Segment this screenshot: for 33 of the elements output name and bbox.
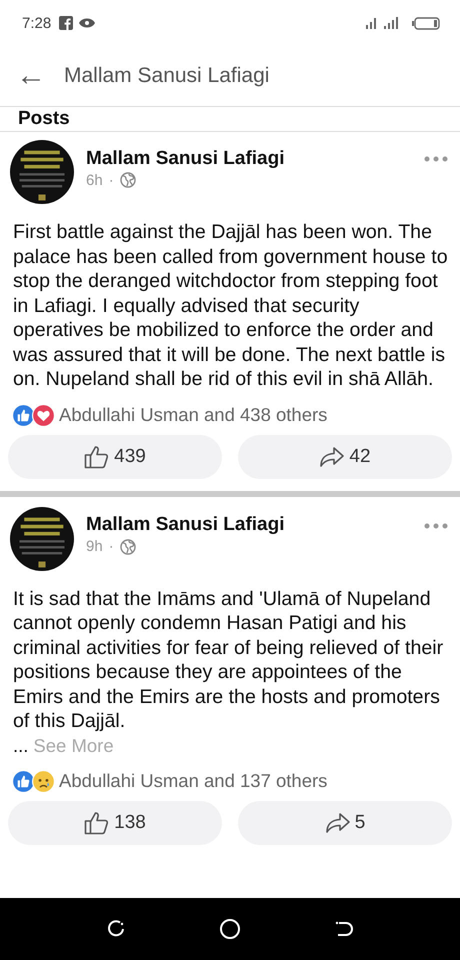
share-button[interactable]: 5 [238,800,452,844]
post-time: 9h [86,538,103,555]
eye-icon [79,18,96,28]
reaction-summary[interactable]: Abdullahi Usman and 137 others [59,770,328,792]
author-name[interactable]: Mallam Sanusi Lafiagi [86,514,412,536]
thumbs-up-icon [84,810,110,834]
back-nav-icon[interactable] [334,919,354,939]
like-button[interactable]: 439 [8,434,222,478]
globe-icon [120,172,136,188]
battery-icon [412,16,440,30]
ellipsis: ... [13,734,28,758]
share-arrow-icon [324,812,351,834]
more-options-icon[interactable] [424,522,448,528]
recent-apps-icon[interactable] [106,919,126,939]
thumbs-up-icon [84,444,110,468]
section-title: Posts [18,108,70,130]
page-title: Mallam Sanusi Lafiagi [64,64,270,88]
share-button[interactable]: 42 [238,434,452,478]
globe-icon [120,538,136,554]
back-button[interactable]: ← [16,61,46,91]
dot-separator: · [108,172,114,188]
post-text: First battle against the Dajjāl has been won. The palace has been called from government house to stop the deranged witchdoctor from stepping foot in Lafiagi. I equally advised that security operatives be mobilized to enforce the order and was assured that it will be done. The next battle is on. Nupeland shall be rid of this evil in shā Allāh. [12,220,449,392]
status-time: 7:28 [22,14,52,32]
post-time: 6h [86,172,103,188]
post-text: It is sad that the Imāms and 'Ulamā of Nupeland cannot openly condemn Hasan Patigi and his criminal activities for fear of being relieved of their positions because they are appointees of the Emirs and the Emirs are the hosts and promoters of this Dajjāl. [12,586,444,734]
dot-separator: · [108,538,114,555]
like-button[interactable]: 138 [8,800,222,844]
facebook-icon [59,16,74,30]
reaction-summary[interactable]: Abdullahi Usman and 438 others [59,404,328,426]
share-arrow-icon [319,446,346,468]
author-name[interactable]: Mallam Sanusi Lafiagi [86,148,412,170]
more-options-icon[interactable] [424,156,448,162]
home-icon[interactable] [218,918,241,940]
